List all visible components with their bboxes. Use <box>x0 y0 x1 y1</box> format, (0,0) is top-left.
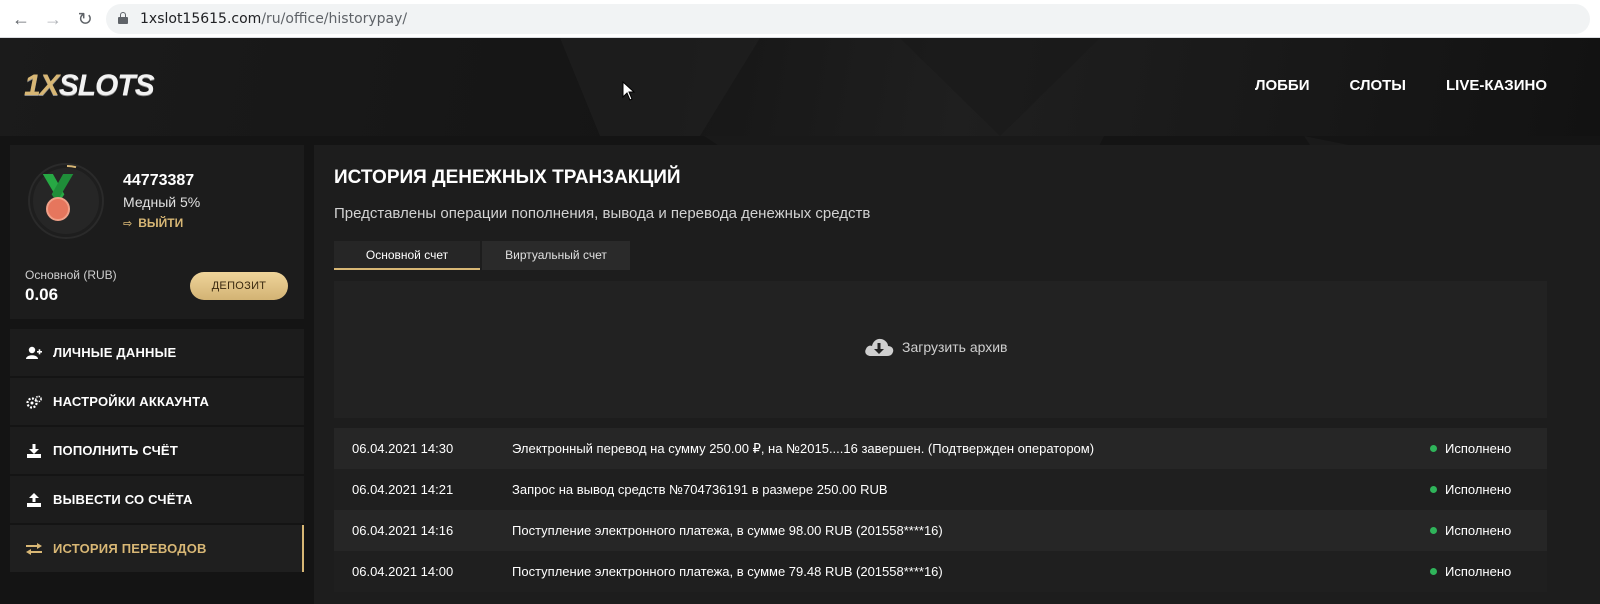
tx-status-label: Исполнено <box>1445 564 1512 579</box>
sidebar-item-label: ПОПОЛНИТЬ СЧЁТ <box>53 443 178 458</box>
tx-status: Исполнено <box>1430 564 1511 579</box>
deposit-button[interactable]: ДЕПОЗИТ <box>190 272 288 300</box>
sidebar-item-withdraw[interactable]: ВЫВЕСТИ СО СЧЁТА <box>10 476 304 523</box>
page-subtitle: Представлены операции пополнения, вывода… <box>334 205 871 222</box>
status-dot-icon <box>1430 445 1437 452</box>
tx-status-label: Исполнено <box>1445 441 1512 456</box>
gears-icon <box>25 393 43 411</box>
tx-status: Исполнено <box>1430 441 1511 456</box>
tx-status-label: Исполнено <box>1445 523 1512 538</box>
sidebar-item-transfer-history[interactable]: ИСТОРИЯ ПЕРЕВОДОВ <box>10 525 304 572</box>
balance-value: 0.06 <box>25 285 59 304</box>
tx-date: 06.04.2021 14:00 <box>352 564 454 579</box>
sidebar-item-label: ЛИЧНЫЕ ДАННЫЕ <box>53 345 177 360</box>
site-header: 1XSLOTS ЛОББИ СЛОТЫ LIVE-КАЗИНО <box>0 38 1600 136</box>
nav-live-casino[interactable]: LIVE-КАЗИНО <box>1446 77 1547 94</box>
table-row: 06.04.2021 14:00 Поступление электронног… <box>334 551 1547 592</box>
table-row: 06.04.2021 14:21 Запрос на вывод средств… <box>334 469 1547 510</box>
tx-status: Исполнено <box>1430 482 1511 497</box>
main-panel: ИСТОРИЯ ДЕНЕЖНЫХ ТРАНЗАКЦИЙ Представлены… <box>314 145 1600 604</box>
status-dot-icon <box>1430 486 1437 493</box>
sidebar-item-label: ВЫВЕСТИ СО СЧЁТА <box>53 492 193 507</box>
back-arrow-icon[interactable]: ← <box>10 8 32 30</box>
page-title: ИСТОРИЯ ДЕНЕЖНЫХ ТРАНЗАКЦИЙ <box>334 167 681 188</box>
user-add-icon <box>25 344 43 362</box>
user-level: Медный 5% <box>123 194 201 210</box>
medal-icon <box>41 168 97 228</box>
tx-description: Поступление электронного платежа, в сумм… <box>512 523 943 538</box>
nav-lobby[interactable]: ЛОББИ <box>1255 77 1310 94</box>
account-tabs: Основной счет Виртуальный счет <box>334 241 630 270</box>
sidebar-item-label: НАСТРОЙКИ АККАУНТА <box>53 394 210 409</box>
sidebar-item-deposit[interactable]: ПОПОЛНИТЬ СЧЁТ <box>10 427 304 474</box>
tx-date: 06.04.2021 14:30 <box>352 441 454 456</box>
download-archive-button[interactable]: Загрузить архив <box>864 336 1008 358</box>
tx-date: 06.04.2021 14:16 <box>352 523 454 538</box>
download-icon <box>25 442 43 460</box>
top-nav: ЛОББИ СЛОТЫ LIVE-КАЗИНО <box>1255 77 1547 94</box>
site-logo[interactable]: 1XSLOTS <box>24 69 155 103</box>
url-path: /ru/office/historypay/ <box>261 11 408 27</box>
cloud-download-icon <box>865 338 894 356</box>
upload-icon <box>25 491 43 509</box>
tx-description: Электронный перевод на сумму 250.00 ₽, н… <box>512 441 1095 456</box>
sidebar-item-personal-data[interactable]: ЛИЧНЫЕ ДАННЫЕ <box>10 329 304 376</box>
nav-slots[interactable]: СЛОТЫ <box>1349 77 1406 94</box>
tab-main-account[interactable]: Основной счет <box>334 241 480 270</box>
tx-status-label: Исполнено <box>1445 482 1512 497</box>
download-archive-label: Загрузить архив <box>902 339 1008 355</box>
sidebar-item-label: ИСТОРИЯ ПЕРЕВОДОВ <box>53 541 207 556</box>
tx-status: Исполнено <box>1430 523 1511 538</box>
sidebar-menu: ЛИЧНЫЕ ДАННЫЕ НАСТРОЙКИ АККАУНТА ПОПОЛНИ… <box>10 329 304 574</box>
url-domain: 1xslot15615.com <box>140 11 262 27</box>
url-text[interactable]: 1xslot15615.com/ru/office/historypay/ <box>140 11 407 27</box>
archive-panel: Загрузить архив <box>334 281 1547 418</box>
logout-label: ВЫЙТИ <box>138 216 184 230</box>
logout-icon: ⇨ <box>123 217 133 230</box>
forward-arrow-icon[interactable]: → <box>42 8 64 30</box>
table-row: 06.04.2021 14:30 Электронный перевод на … <box>334 428 1547 469</box>
sidebar-item-account-settings[interactable]: НАСТРОЙКИ АККАУНТА <box>10 378 304 425</box>
balance-label: Основной (RUB) <box>25 268 117 282</box>
tab-virtual-account[interactable]: Виртуальный счет <box>482 241 630 270</box>
lock-icon <box>118 12 128 25</box>
transactions-list: 06.04.2021 14:30 Электронный перевод на … <box>334 428 1547 592</box>
transfer-arrows-icon <box>25 540 43 558</box>
browser-toolbar: ← → ↻ 1xslot15615.com/ru/office/historyp… <box>0 0 1600 38</box>
logout-link[interactable]: ⇨ ВЫЙТИ <box>123 216 183 230</box>
status-dot-icon <box>1430 568 1437 575</box>
reload-icon[interactable]: ↻ <box>74 8 96 30</box>
profile-card: 44773387 Медный 5% ⇨ ВЫЙТИ Основной (RUB… <box>10 145 304 319</box>
tx-description: Запрос на вывод средств №704736191 в раз… <box>512 482 888 497</box>
tx-description: Поступление электронного платежа, в сумм… <box>512 564 943 579</box>
tx-date: 06.04.2021 14:21 <box>352 482 454 497</box>
address-bar[interactable]: 1xslot15615.com/ru/office/historypay/ <box>106 4 1590 34</box>
status-dot-icon <box>1430 527 1437 534</box>
table-row: 06.04.2021 14:16 Поступление электронног… <box>334 510 1547 551</box>
user-id: 44773387 <box>123 172 195 189</box>
